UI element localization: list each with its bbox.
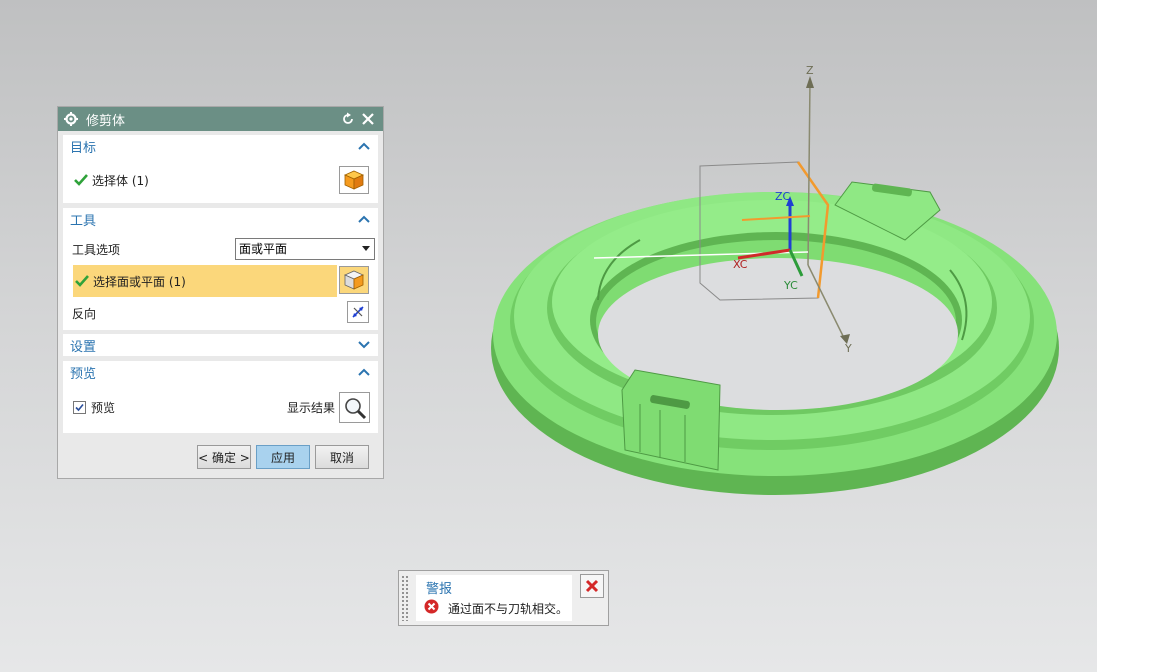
right-panel-strip [1097, 0, 1152, 672]
chevron-up-icon[interactable] [357, 212, 371, 226]
preview-checkbox-label: 预览 [91, 400, 116, 415]
close-icon[interactable] [359, 110, 377, 128]
preview-group-label: 预览 [70, 366, 97, 382]
settings-group-label: 设置 [70, 339, 97, 355]
ring-part[interactable] [491, 181, 1059, 495]
alert-message: 通过面不与刀轨相交。 [448, 602, 569, 616]
ok-button[interactable]: < 确定 > [197, 445, 251, 469]
chevron-up-icon[interactable] [357, 365, 371, 379]
select-body-row[interactable]: 选择体 (1) [63, 165, 378, 195]
target-group-label: 目标 [70, 140, 97, 156]
dialog-title: 修剪体 [86, 113, 126, 129]
show-result-label-wrap: 显示结果 [287, 395, 347, 419]
tool-option-dropdown-wrap: 面或平面 [235, 238, 375, 260]
tool-option-label: 工具选项 [72, 242, 121, 257]
z-axis-label: Z [806, 64, 814, 77]
tool-group-header[interactable]: 工具 [63, 208, 378, 230]
settings-group: 设置 [63, 334, 378, 356]
target-group: 目标 选择体 (1) [63, 135, 378, 203]
tool-group: 工具 工具选项 面或平面 选择面或平面 (1) 反向 [63, 208, 378, 330]
xc-axis-label: XC [733, 258, 748, 271]
show-result-label: 显示结果 [287, 400, 336, 415]
alert-popup: 警报 通过面不与刀轨相交。 [398, 570, 609, 626]
select-body-label: 选择体 (1) [92, 173, 149, 188]
y-axis-label: Y [844, 342, 852, 355]
face-select-icon[interactable] [339, 266, 369, 294]
reverse-direction-icon[interactable] [347, 301, 369, 323]
reverse-row: 反向 [63, 300, 378, 326]
gear-icon [64, 112, 78, 126]
zc-axis-label: ZC [775, 190, 791, 203]
chevron-down-icon[interactable] [357, 338, 371, 352]
preview-group-header[interactable]: 预览 [63, 361, 378, 383]
cancel-button[interactable]: 取消 [315, 445, 369, 469]
reset-icon[interactable] [339, 110, 357, 128]
chevron-up-icon[interactable] [357, 139, 371, 153]
reverse-label: 反向 [72, 306, 97, 321]
preview-checkbox[interactable] [73, 400, 86, 414]
error-icon [424, 599, 439, 617]
solid-body-icon[interactable] [339, 166, 369, 194]
check-icon [74, 174, 88, 186]
tool-option-dropdown[interactable]: 面或平面 [235, 238, 375, 260]
select-face-label: 选择面或平面 (1) [93, 274, 186, 289]
trim-body-dialog: 修剪体 目标 选择体 (1) 工具 工具选项 面或平面 选择面或平面 (1) 反… [57, 106, 384, 479]
target-group-header[interactable]: 目标 [63, 135, 378, 157]
drag-grip[interactable] [401, 575, 409, 621]
check-icon [75, 275, 89, 287]
magnifier-icon[interactable] [339, 392, 370, 423]
close-icon[interactable] [580, 574, 604, 598]
dialog-titlebar[interactable]: 修剪体 [58, 107, 383, 131]
alert-body: 警报 通过面不与刀轨相交。 [416, 575, 572, 621]
select-face-row[interactable]: 选择面或平面 (1) [73, 265, 337, 297]
apply-button[interactable]: 应用 [256, 445, 310, 469]
tool-group-label: 工具 [70, 213, 97, 229]
settings-group-header[interactable]: 设置 [63, 334, 378, 356]
yc-axis-label: YC [783, 279, 798, 292]
alert-title: 警报 [426, 582, 453, 597]
preview-group: 预览 预览 显示结果 [63, 361, 378, 433]
